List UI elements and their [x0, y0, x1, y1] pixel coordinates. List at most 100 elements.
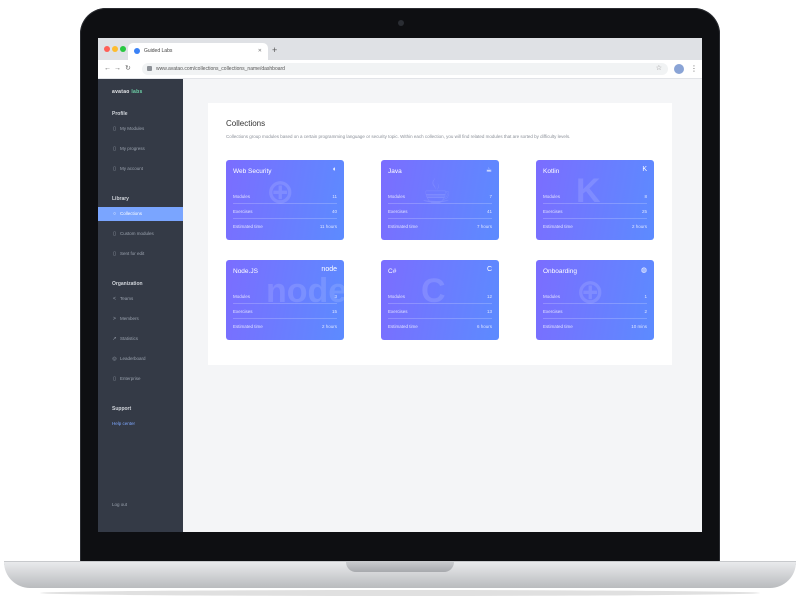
back-icon[interactable]: ← — [104, 63, 111, 75]
stat-label: Exercises — [543, 209, 563, 214]
sidebar-item-my-account[interactable]: ▯ My account — [98, 162, 183, 176]
divider — [543, 318, 647, 319]
lock-icon — [147, 66, 152, 71]
stat-value: 2 — [644, 309, 647, 314]
sidebar-item-members[interactable]: > Members — [98, 312, 183, 326]
stat-value: 15 — [331, 309, 337, 314]
collection-card[interactable]: ⊕ Onboarding ◍ Modules 1 Exercises 2 Estimated … — [536, 260, 654, 340]
collection-stat-row: Exercises 25 — [543, 209, 647, 214]
page-icon: ▯ — [113, 251, 116, 257]
browser-toolbar: ← → ↻ www.avatao.com/collections_collect… — [98, 60, 702, 79]
circle-icon: ○ — [112, 211, 117, 217]
stat-value: 7 hours — [476, 224, 492, 229]
collection-title: Kotlin — [543, 168, 560, 175]
sidebar-item-my-progress[interactable]: ▯ My progress — [98, 142, 183, 156]
stat-label: Estimated time — [543, 324, 573, 329]
stat-label: Estimated time — [388, 324, 418, 329]
collection-stat-row: Modules 11 — [233, 194, 337, 199]
collection-stat-row: Modules 8 — [543, 194, 647, 199]
arrow-icon: > — [113, 316, 116, 322]
sidebar: avatao labs Profile ▯ My Modules ▯ My progre… — [98, 79, 183, 532]
collection-stat-row: Estimated time 2 hours — [543, 224, 647, 229]
sidebar-item-sent-for-edit[interactable]: ▯ Sent for edit — [98, 247, 183, 261]
sidebar-item-label: Members — [120, 316, 139, 321]
sidebar-item-label: Sent for edit — [120, 251, 145, 256]
collection-title: Web Security — [233, 168, 272, 175]
stat-label: Estimated time — [233, 324, 263, 329]
collection-card[interactable]: ☕ Java ☕ Modules 7 Exercises 41 Estimated time 7… — [381, 160, 499, 240]
close-window-icon[interactable] — [104, 46, 110, 52]
stat-label: Estimated time — [233, 224, 263, 229]
divider — [543, 218, 647, 219]
reload-icon[interactable]: ↻ — [125, 63, 131, 75]
stat-label: Estimated time — [543, 224, 573, 229]
java-watermark-icon: ☕ — [421, 173, 452, 211]
sidebar-item-label: Collections — [120, 211, 143, 216]
collection-stat-row: Exercises 41 — [388, 209, 492, 214]
stat-value: 25 — [641, 209, 647, 214]
stat-value: 41 — [486, 209, 492, 214]
sidebar-section-title: Profile — [112, 111, 128, 117]
stat-value: 8 — [644, 194, 647, 199]
divider — [388, 218, 492, 219]
sidebar-item-my-modules[interactable]: ▯ My Modules — [98, 122, 183, 136]
sidebar-item-collections[interactable]: ○ Collections — [98, 207, 183, 221]
laptop-shadow — [40, 590, 760, 596]
collection-stat-row: Estimated time 11 hours — [233, 224, 337, 229]
collection-stat-row: Estimated time 6 hours — [388, 324, 492, 329]
stat-label: Exercises — [233, 309, 253, 314]
camera-icon — [398, 20, 404, 26]
collection-card[interactable]: node Node.JS node Modules 3 Exercises 15 Estima… — [226, 260, 344, 340]
sidebar-item-leaderboard[interactable]: ◎ Leaderboard — [98, 352, 183, 366]
logout-link[interactable]: Log out — [98, 498, 183, 512]
collection-stat-row: Exercises 15 — [233, 309, 337, 314]
menu-kebab-icon[interactable]: ⋮ — [690, 63, 698, 75]
sidebar-item-label: Custom modules — [120, 231, 154, 236]
new-tab-icon[interactable]: + — [272, 43, 277, 57]
profile-avatar[interactable] — [674, 64, 684, 74]
close-tab-icon[interactable]: ✕ — [258, 43, 262, 60]
sidebar-item-teams[interactable]: < Teams — [98, 292, 183, 306]
collection-stat-row: Modules 7 — [388, 194, 492, 199]
sidebar-item-help-center[interactable]: Help center — [98, 417, 183, 431]
brand-logo[interactable]: avatao labs — [112, 89, 143, 95]
stat-value: 13 — [486, 309, 492, 314]
collection-stat-row: Estimated time 10 mins — [543, 324, 647, 329]
divider — [233, 218, 337, 219]
address-bar[interactable]: www.avatao.com/collections_collections_n… — [142, 63, 668, 75]
divider — [233, 318, 337, 319]
stat-value: 6 hours — [476, 324, 492, 329]
csharp-icon: C — [486, 266, 492, 273]
stat-value: 1 — [644, 294, 647, 299]
sidebar-item-enterprise[interactable]: ▯ Enterprise — [98, 372, 183, 386]
kotlin-icon: K — [642, 166, 647, 173]
page-icon: ▯ — [113, 376, 116, 382]
browser-tab[interactable]: Guided Labs ✕ — [128, 43, 268, 60]
sidebar-item-label: Teams — [120, 296, 134, 301]
sidebar-item-statistics[interactable]: ↗ Statistics — [98, 332, 183, 346]
collection-title: Onboarding — [543, 268, 577, 275]
minimize-window-icon[interactable] — [112, 46, 118, 52]
stat-label: Modules — [388, 294, 406, 299]
sidebar-item-label: My Modules — [120, 126, 145, 131]
page-icon: ▯ — [113, 126, 116, 132]
stat-label: Exercises — [233, 209, 253, 214]
stat-label: Modules — [388, 194, 406, 199]
stat-label: Modules — [233, 194, 251, 199]
collection-stat-row: Exercises 13 — [388, 309, 492, 314]
sidebar-item-custom-modules[interactable]: ▯ Custom modules — [98, 227, 183, 241]
page-description: Collections group modules based on a cer… — [226, 134, 571, 139]
maximize-window-icon[interactable] — [120, 46, 126, 52]
collection-card[interactable]: K Kotlin K Modules 8 Exercises 25 Estimated tim… — [536, 160, 654, 240]
forward-icon[interactable]: → — [114, 63, 121, 75]
collection-stat-row: Estimated time 2 hours — [233, 324, 337, 329]
globe-watermark-icon: ⊕ — [576, 273, 605, 311]
collection-card[interactable]: ⊕ Web Security ◐ Modules 11 Exercises 40 Estima… — [226, 160, 344, 240]
sidebar-section-title: Library — [112, 196, 129, 202]
sidebar-item-label: Statistics — [120, 336, 139, 341]
bookmark-star-icon[interactable]: ☆ — [656, 63, 662, 75]
collection-stat-row: Modules 1 — [543, 294, 647, 299]
sidebar-section-title: Support — [112, 406, 132, 412]
collection-card[interactable]: C C# C Modules 12 Exercises 13 Estimated time 6 … — [381, 260, 499, 340]
page-icon: ▯ — [113, 146, 116, 152]
